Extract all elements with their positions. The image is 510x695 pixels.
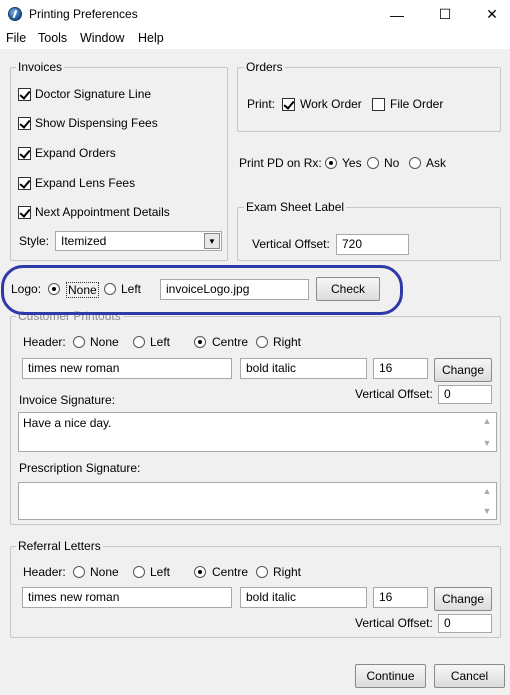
menu-window[interactable]: Window bbox=[80, 31, 124, 45]
cp-header-centre-label: Centre bbox=[212, 335, 249, 349]
rl-header-label: Header: bbox=[23, 565, 66, 579]
app-icon bbox=[8, 7, 22, 21]
rx-signature-label: Prescription Signature: bbox=[19, 461, 141, 475]
rl-header-left-label: Left bbox=[150, 565, 171, 579]
orders-print-label: Print: bbox=[247, 97, 276, 111]
style-value: Itemized bbox=[61, 234, 107, 248]
orders-group bbox=[237, 67, 501, 132]
doctor-signature-checkbox[interactable] bbox=[18, 88, 31, 101]
cp-style-input[interactable]: bold italic bbox=[240, 358, 367, 379]
exam-offset-input[interactable]: 720 bbox=[336, 234, 409, 255]
rx-signature-textarea[interactable]: ▲ ▼ bbox=[18, 482, 497, 520]
file-order-checkbox[interactable] bbox=[372, 98, 385, 111]
cp-header-right-radio[interactable] bbox=[256, 336, 268, 348]
rl-style-input[interactable]: bold italic bbox=[240, 587, 367, 608]
invoice-signature-textarea[interactable]: Have a nice day. ▲ ▼ bbox=[18, 412, 497, 452]
scroll-down-icon[interactable]: ▼ bbox=[482, 506, 492, 516]
minimize-button[interactable]: — bbox=[374, 0, 420, 29]
rl-header-right-label: Right bbox=[273, 565, 302, 579]
invoice-signature-label: Invoice Signature: bbox=[19, 393, 116, 407]
scroll-up-icon[interactable]: ▲ bbox=[482, 416, 492, 426]
cp-font-input[interactable]: times new roman bbox=[22, 358, 232, 379]
rl-size-input[interactable]: 16 bbox=[373, 587, 428, 608]
cancel-button[interactable]: Cancel bbox=[434, 664, 505, 688]
cp-size-input[interactable]: 16 bbox=[373, 358, 428, 379]
cp-offset-input[interactable]: 0 bbox=[438, 385, 492, 404]
menu-tools[interactable]: Tools bbox=[38, 31, 67, 45]
work-order-checkbox[interactable] bbox=[282, 98, 295, 111]
menu-help[interactable]: Help bbox=[138, 31, 164, 45]
print-pd-label: Print PD on Rx: bbox=[239, 156, 322, 170]
rl-header-centre-label: Centre bbox=[212, 565, 249, 579]
chevron-down-icon[interactable]: ▼ bbox=[204, 233, 220, 249]
print-pd-ask-radio[interactable] bbox=[409, 157, 421, 169]
rl-header-none-label: None bbox=[90, 565, 119, 579]
rl-header-none-radio[interactable] bbox=[73, 566, 85, 578]
exam-sheet-title: Exam Sheet Label bbox=[244, 200, 347, 214]
expand-orders-label: Expand Orders bbox=[35, 146, 116, 160]
expand-orders-checkbox[interactable] bbox=[18, 147, 31, 160]
doctor-signature-label: Doctor Signature Line bbox=[35, 87, 152, 101]
exam-offset-label: Vertical Offset: bbox=[252, 237, 330, 251]
invoice-signature-text: Have a nice day. bbox=[23, 416, 112, 430]
cp-header-right-label: Right bbox=[273, 335, 302, 349]
print-pd-yes-radio[interactable] bbox=[325, 157, 337, 169]
scroll-down-icon[interactable]: ▼ bbox=[482, 438, 492, 448]
scroll-up-icon[interactable]: ▲ bbox=[482, 486, 492, 496]
rl-font-input[interactable]: times new roman bbox=[22, 587, 232, 608]
cp-header-label: Header: bbox=[23, 335, 66, 349]
cp-header-left-radio[interactable] bbox=[133, 336, 145, 348]
cp-header-left-label: Left bbox=[150, 335, 171, 349]
print-pd-no-radio[interactable] bbox=[367, 157, 379, 169]
cp-header-centre-radio[interactable] bbox=[194, 336, 206, 348]
dispensing-fees-label: Show Dispensing Fees bbox=[35, 116, 158, 130]
print-pd-no-label: No bbox=[384, 156, 400, 170]
menu-file[interactable]: File bbox=[6, 31, 26, 45]
next-appointment-label: Next Appointment Details bbox=[35, 205, 170, 219]
file-order-label: File Order bbox=[390, 97, 444, 111]
style-select[interactable]: Itemized bbox=[55, 231, 222, 251]
rl-header-left-radio[interactable] bbox=[133, 566, 145, 578]
maximize-button[interactable]: ☐ bbox=[422, 0, 468, 29]
cp-offset-label: Vertical Offset: bbox=[355, 387, 433, 401]
referral-letters-title: Referral Letters bbox=[16, 539, 103, 553]
cp-header-none-radio[interactable] bbox=[73, 336, 85, 348]
next-appointment-checkbox[interactable] bbox=[18, 206, 31, 219]
expand-lens-fees-label: Expand Lens Fees bbox=[35, 176, 136, 190]
rx-signature-scrollbar[interactable]: ▲ ▼ bbox=[480, 484, 495, 518]
logo-highlight-annotation bbox=[1, 265, 403, 315]
print-pd-ask-label: Ask bbox=[426, 156, 447, 170]
rl-offset-label: Vertical Offset: bbox=[355, 616, 433, 630]
window-title: Printing Preferences bbox=[29, 7, 138, 21]
expand-lens-fees-checkbox[interactable] bbox=[18, 177, 31, 190]
close-button[interactable]: ✕ bbox=[469, 0, 510, 29]
cp-change-button[interactable]: Change bbox=[434, 358, 492, 382]
continue-button[interactable]: Continue bbox=[355, 664, 426, 688]
menu-bar bbox=[0, 29, 510, 49]
rl-header-centre-radio[interactable] bbox=[194, 566, 206, 578]
invoice-signature-scrollbar[interactable]: ▲ ▼ bbox=[480, 414, 495, 450]
rl-offset-input[interactable]: 0 bbox=[438, 614, 492, 633]
style-label: Style: bbox=[19, 234, 50, 248]
dispensing-fees-checkbox[interactable] bbox=[18, 117, 31, 130]
orders-title: Orders bbox=[244, 60, 285, 74]
cp-header-none-label: None bbox=[90, 335, 119, 349]
invoices-title: Invoices bbox=[16, 60, 65, 74]
print-pd-yes-label: Yes bbox=[342, 156, 362, 170]
work-order-label: Work Order bbox=[300, 97, 362, 111]
rl-header-right-radio[interactable] bbox=[256, 566, 268, 578]
rl-change-button[interactable]: Change bbox=[434, 587, 492, 611]
